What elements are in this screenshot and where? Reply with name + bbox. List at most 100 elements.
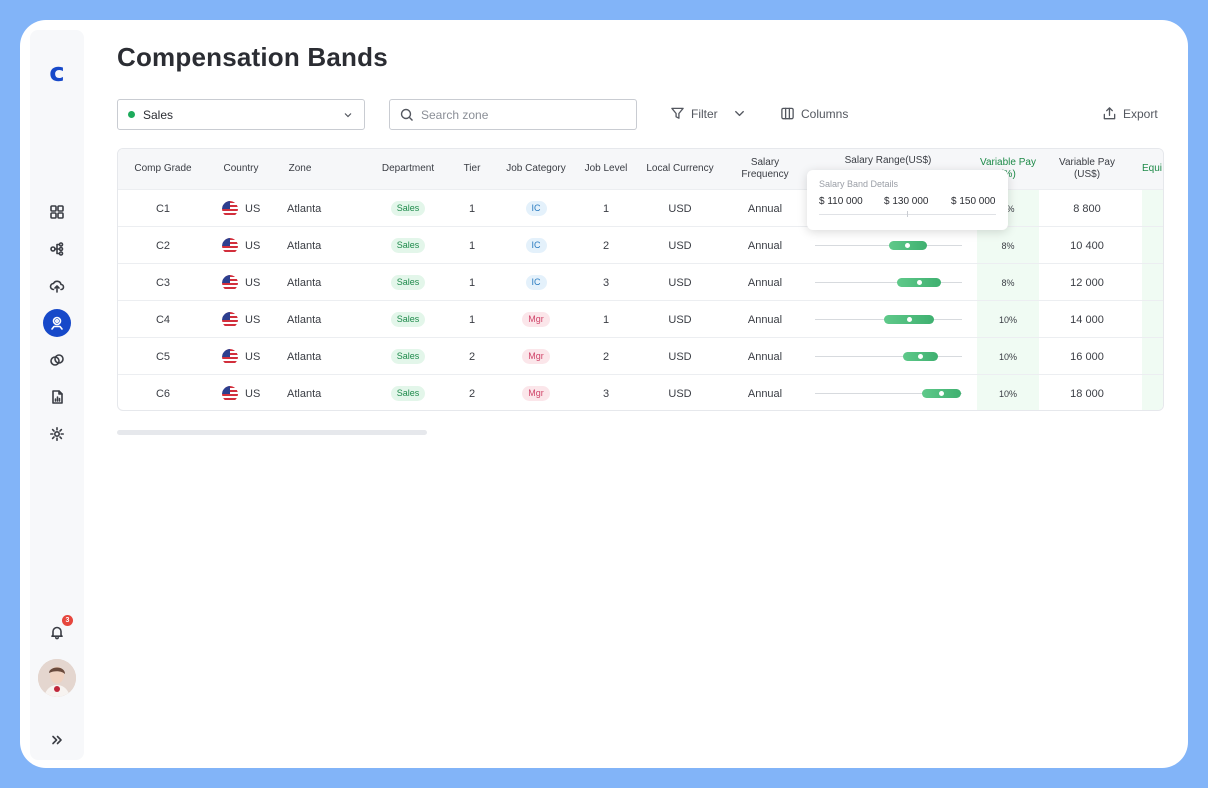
salary-midpoint-marker	[918, 354, 924, 359]
cell-tier: 1	[468, 202, 476, 215]
job-category-badge: Mgr	[522, 349, 550, 364]
cell-tier: 1	[468, 276, 476, 289]
expand-sidebar-icon[interactable]	[43, 726, 71, 754]
cell-job-category: IC	[498, 190, 574, 227]
header-job-level[interactable]: Job Level	[578, 149, 634, 189]
salary-range-bar[interactable]	[922, 389, 961, 398]
report-icon[interactable]	[43, 383, 71, 411]
department-badge: Sales	[390, 275, 426, 290]
cell-local-currency: USD	[668, 313, 692, 326]
cell-zone: Atlanta	[287, 387, 322, 400]
cell-variable-pay-pct: 10%	[998, 351, 1017, 362]
cell-variable-pay-pct: 10%	[998, 388, 1017, 399]
cycle-icon[interactable]	[43, 346, 71, 374]
header-tier[interactable]: Tier	[454, 149, 490, 189]
cell-tier: 1	[468, 313, 476, 326]
country-label: US	[245, 350, 261, 363]
export-button[interactable]: Export	[1102, 106, 1158, 121]
salary-midpoint-marker	[906, 317, 912, 322]
filter-icon	[671, 107, 684, 119]
salary-midpoint-marker	[916, 280, 922, 285]
us-flag-icon	[222, 200, 238, 217]
department-badge: Sales	[390, 349, 426, 364]
header-local-currency[interactable]: Local Currency	[638, 149, 722, 189]
cell-variable-pay-pct: 8%	[1001, 277, 1015, 288]
table-row[interactable]: C6 US Atlanta Sales 2 Mgr 3 USD Annual 10% 18 000	[118, 374, 1163, 410]
cell-comp-grade: C4	[155, 313, 171, 326]
brand-logo[interactable]: c	[44, 60, 70, 86]
job-category-badge: IC	[525, 275, 547, 290]
cell-job-category: Mgr	[498, 375, 574, 410]
cell-job-category: IC	[498, 227, 574, 264]
header-zone[interactable]: Zone	[274, 149, 326, 189]
cell-comp-grade: C5	[155, 350, 171, 363]
salary-range-bar[interactable]	[903, 352, 939, 361]
cell-salary-frequency: Annual	[747, 239, 783, 252]
dashboard-grid-icon[interactable]	[43, 198, 71, 226]
header-job-category[interactable]: Job Category	[498, 149, 574, 189]
cell-local-currency: USD	[668, 350, 692, 363]
cell-job-level: 2	[602, 239, 610, 252]
settings-gear-icon[interactable]	[43, 420, 71, 448]
job-category-badge: Mgr	[522, 312, 550, 327]
salary-midpoint-marker	[905, 243, 911, 248]
header-equity[interactable]: Equi	[1142, 149, 1163, 189]
search-field[interactable]	[389, 99, 637, 130]
us-flag-icon	[222, 311, 238, 328]
cell-local-currency: USD	[668, 239, 692, 252]
cloud-upload-icon[interactable]	[43, 272, 71, 300]
table-row[interactable]: C2 US Atlanta Sales 1 IC 2 USD Annual 8% 10 400	[118, 226, 1163, 264]
org-tree-icon[interactable]	[43, 235, 71, 263]
user-avatar[interactable]	[38, 659, 76, 697]
country-label: US	[245, 387, 261, 400]
cell-salary-frequency: Annual	[747, 276, 783, 289]
header-variable-pay-usd[interactable]: Variable Pay (US$)	[1052, 149, 1122, 189]
table-row[interactable]: C4 US Atlanta Sales 1 Mgr 1 USD Annual 10% 14 000	[118, 300, 1163, 338]
cell-zone: Atlanta	[287, 239, 322, 252]
notification-bell-icon[interactable]: 3	[43, 615, 73, 646]
cell-local-currency: USD	[668, 387, 692, 400]
header-comp-grade[interactable]: Comp Grade	[118, 149, 208, 189]
horizontal-scrollbar[interactable]	[117, 430, 427, 435]
salary-band-tooltip: Salary Band Details $ 110 000 $ 130 000 …	[807, 170, 1008, 230]
cell-job-level: 1	[602, 202, 610, 215]
department-badge: Sales	[390, 201, 426, 216]
status-dot	[128, 111, 135, 118]
cell-job-level: 2	[602, 350, 610, 363]
us-flag-icon	[222, 237, 238, 254]
header-country[interactable]: Country	[208, 149, 274, 189]
compensation-bands-icon[interactable]	[43, 309, 71, 337]
search-input[interactable]	[421, 107, 621, 122]
table-row[interactable]: C5 US Atlanta Sales 2 Mgr 2 USD Annual 10% 16 000	[118, 337, 1163, 375]
cell-job-level: 3	[602, 387, 610, 400]
country-label: US	[245, 313, 261, 326]
table-row[interactable]: C3 US Atlanta Sales 1 IC 3 USD Annual 8% 12 000	[118, 263, 1163, 300]
header-salary-frequency[interactable]: Salary Frequency	[734, 149, 796, 189]
department-badge: Sales	[390, 238, 426, 253]
cell-department: Sales	[368, 301, 448, 338]
filter-button[interactable]: Filter	[670, 106, 747, 121]
department-badge: Sales	[390, 386, 426, 401]
salary-range-bar[interactable]	[897, 278, 942, 287]
tooltip-title: Salary Band Details	[819, 179, 899, 189]
cell-salary-frequency: Annual	[747, 350, 783, 363]
tooltip-mid-tick	[907, 211, 908, 217]
columns-button[interactable]: Columns	[780, 106, 848, 121]
cell-zone: Atlanta	[287, 350, 322, 363]
header-department[interactable]: Department	[368, 149, 448, 189]
filter-label: Filter	[691, 106, 718, 121]
cell-department: Sales	[368, 338, 448, 375]
cell-local-currency: USD	[668, 202, 692, 215]
department-badge: Sales	[390, 312, 426, 327]
salary-range-bar[interactable]	[884, 315, 935, 324]
cell-local-currency: USD	[668, 276, 692, 289]
department-select[interactable]: Sales	[117, 99, 365, 130]
country-label: US	[245, 276, 261, 289]
chevron-down-icon	[344, 113, 352, 118]
salary-range-bar[interactable]	[888, 241, 927, 250]
cell-variable-pay-pct: 8%	[1001, 240, 1015, 251]
cell-comp-grade: C6	[155, 387, 171, 400]
page-title: Compensation Bands	[117, 42, 388, 72]
us-flag-icon	[222, 274, 238, 291]
cell-tier: 2	[468, 387, 476, 400]
